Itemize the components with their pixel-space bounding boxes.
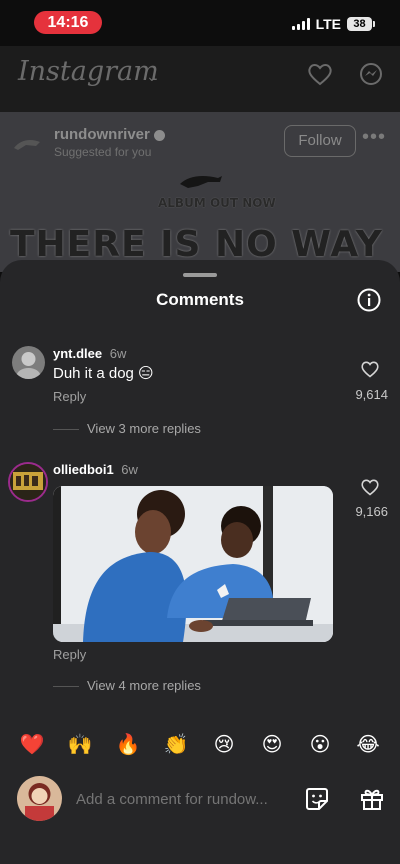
heart-icon[interactable]	[360, 478, 380, 496]
gift-icon[interactable]	[359, 786, 385, 812]
status-bar: 14:16 LTE 38	[0, 0, 400, 46]
comment-input[interactable]	[74, 778, 338, 820]
view-more-replies[interactable]: View 3 more replies	[53, 421, 201, 436]
post-subtitle: Suggested for you	[54, 145, 152, 159]
comment-username[interactable]: olliedboi1	[53, 462, 114, 477]
emoji-heart[interactable]: ❤️	[17, 732, 47, 762]
like-count: 9,166	[355, 504, 388, 519]
network-label: LTE	[315, 16, 341, 32]
sheet-title: Comments	[156, 290, 244, 309]
comments-sheet: Comments ynt.dlee 6w Duh it a dog 😑 Repl…	[0, 260, 400, 864]
more-options-icon[interactable]: •••	[362, 126, 386, 149]
heart-icon[interactable]	[307, 62, 333, 86]
emoji-surprised[interactable]: 😮	[305, 732, 335, 762]
post-avatar[interactable]	[12, 130, 42, 160]
avatar[interactable]	[8, 462, 48, 502]
drag-handle[interactable]	[183, 273, 217, 277]
reply-button[interactable]: Reply	[53, 389, 86, 404]
emoji-clap[interactable]: 👏	[161, 732, 191, 762]
emoji-heart-eyes[interactable]: 😍	[257, 732, 287, 762]
post-headline: THERE IS NO WAY	[10, 224, 383, 265]
heart-icon[interactable]	[360, 360, 380, 378]
verified-icon	[153, 129, 165, 141]
feed-header: Instagram ⌄	[0, 46, 400, 112]
status-indicators: LTE 38	[291, 16, 375, 32]
album-text: ALBUM OUT NOW	[158, 196, 276, 210]
signal-icon	[291, 18, 310, 30]
follow-button[interactable]: Follow	[284, 125, 356, 157]
emoji-fire[interactable]: 🔥	[113, 732, 143, 762]
instagram-logo[interactable]: Instagram	[18, 56, 159, 87]
comment-header: ynt.dlee 6w	[53, 346, 126, 361]
panther-icon	[180, 176, 222, 188]
emoji-reaction-row: ❤️ 🙌 🔥 👏 😢 😍 😮 😂	[0, 732, 400, 762]
view-more-replies[interactable]: View 4 more replies	[53, 678, 201, 693]
info-icon[interactable]	[357, 288, 381, 312]
post-username[interactable]: rundownriver	[54, 126, 165, 143]
emoji-crying[interactable]: 😢	[209, 732, 239, 762]
chevron-down-icon[interactable]: ⌄	[146, 68, 158, 85]
sticker-icon[interactable]	[304, 786, 330, 812]
comment-age: 6w	[121, 462, 138, 477]
post-preview: rundownriver Suggested for you Follow ••…	[0, 112, 400, 272]
comment-gif[interactable]	[53, 486, 333, 642]
comment-composer	[0, 770, 400, 830]
emoji-raised-hands[interactable]: 🙌	[65, 732, 95, 762]
status-time: 14:16	[34, 11, 102, 34]
comment-header: olliedboi1 6w	[53, 462, 138, 477]
comment-username[interactable]: ynt.dlee	[53, 346, 102, 361]
emoji-laughing[interactable]: 😂	[353, 732, 383, 762]
messenger-icon[interactable]	[359, 62, 383, 86]
reply-button[interactable]: Reply	[53, 647, 86, 662]
comment-text: Duh it a dog 😑	[53, 365, 154, 382]
comment-age: 6w	[109, 346, 127, 361]
like-count: 9,614	[355, 387, 388, 402]
avatar[interactable]	[12, 346, 45, 379]
battery-icon: 38	[347, 17, 375, 31]
avatar[interactable]	[17, 776, 62, 821]
